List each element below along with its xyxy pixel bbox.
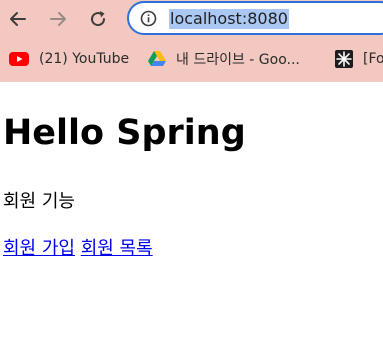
youtube-icon (9, 52, 29, 66)
google-drive-icon (148, 51, 166, 67)
page-content: Hello Spring 회원 기능 회원 가입 회원 목록 (0, 82, 383, 342)
address-url[interactable]: localhost:8080 (169, 9, 289, 29)
section-label: 회원 기능 (3, 191, 75, 212)
address-bar[interactable]: localhost:8080 (127, 1, 383, 35)
bookmark-folder[interactable]: [Fo (335, 47, 383, 71)
back-button[interactable] (4, 5, 32, 33)
browser-chrome: localhost:8080 (21) YouTube 내 드라이브 - Goo… (0, 0, 383, 82)
browser-toolbar: localhost:8080 (0, 0, 383, 38)
member-join-link[interactable]: 회원 가입 (3, 238, 75, 259)
bookmark-label: 내 드라이브 - Goo... (176, 52, 300, 68)
member-links: 회원 가입 회원 목록 (3, 237, 153, 261)
member-list-link[interactable]: 회원 목록 (81, 238, 153, 259)
bookmark-label: [Fo (363, 51, 383, 67)
snowflake-icon (335, 50, 353, 68)
info-icon[interactable] (140, 10, 157, 27)
arrow-right-icon (50, 12, 66, 26)
arrow-left-icon (10, 12, 26, 26)
page-title: Hello Spring (3, 113, 246, 153)
bookmark-youtube[interactable]: (21) YouTube (9, 47, 129, 71)
forward-button[interactable] (44, 5, 72, 33)
bookmark-google-drive[interactable]: 내 드라이브 - Goo... (148, 47, 300, 71)
reload-button[interactable] (84, 5, 112, 33)
bookmarks-bar: (21) YouTube 내 드라이브 - Goo... [Fo (0, 41, 383, 77)
bookmark-label: (21) YouTube (39, 51, 130, 67)
reload-icon (91, 11, 106, 27)
